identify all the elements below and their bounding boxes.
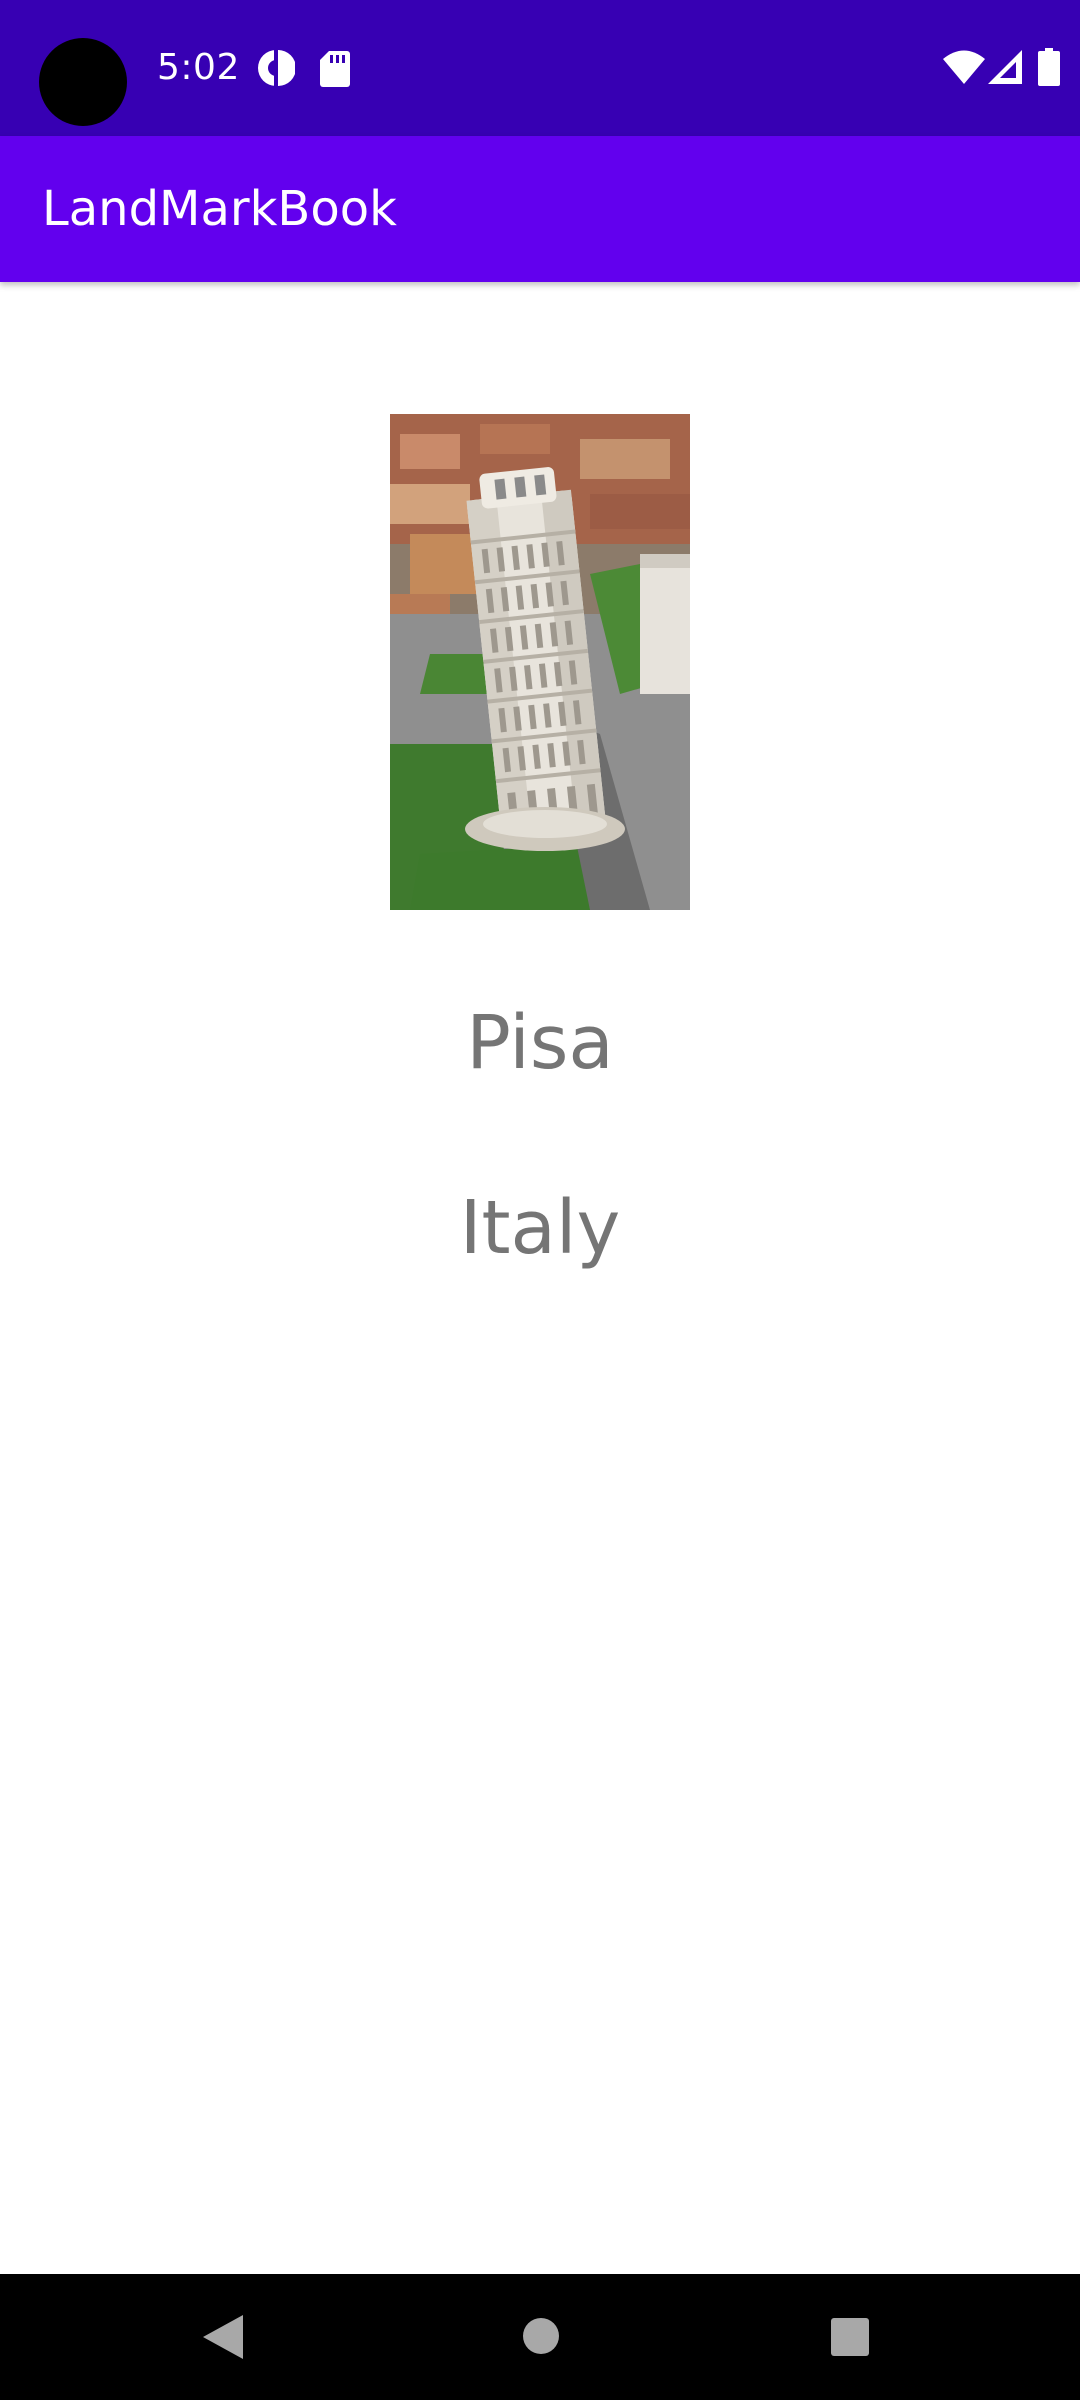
cell-signal-icon — [988, 50, 1022, 84]
app-title: LandMarkBook — [42, 181, 397, 237]
landmark-name: Pisa — [466, 1000, 614, 1086]
home-icon[interactable] — [522, 2317, 560, 2355]
sd-card-icon — [320, 51, 350, 87]
recents-icon[interactable] — [831, 2318, 869, 2356]
app-bar: LandMarkBook — [0, 136, 1080, 282]
navigation-bar — [0, 2274, 1080, 2400]
camera-cutout — [39, 38, 127, 126]
status-time: 5:02 — [157, 47, 240, 88]
landmark-image — [390, 414, 690, 910]
wifi-icon — [943, 50, 985, 84]
back-icon[interactable] — [203, 2315, 243, 2359]
status-bar: 5:02 — [0, 0, 1080, 136]
data-saver-icon — [258, 50, 295, 86]
landmark-country: Italy — [459, 1185, 621, 1271]
battery-icon — [1038, 48, 1060, 86]
